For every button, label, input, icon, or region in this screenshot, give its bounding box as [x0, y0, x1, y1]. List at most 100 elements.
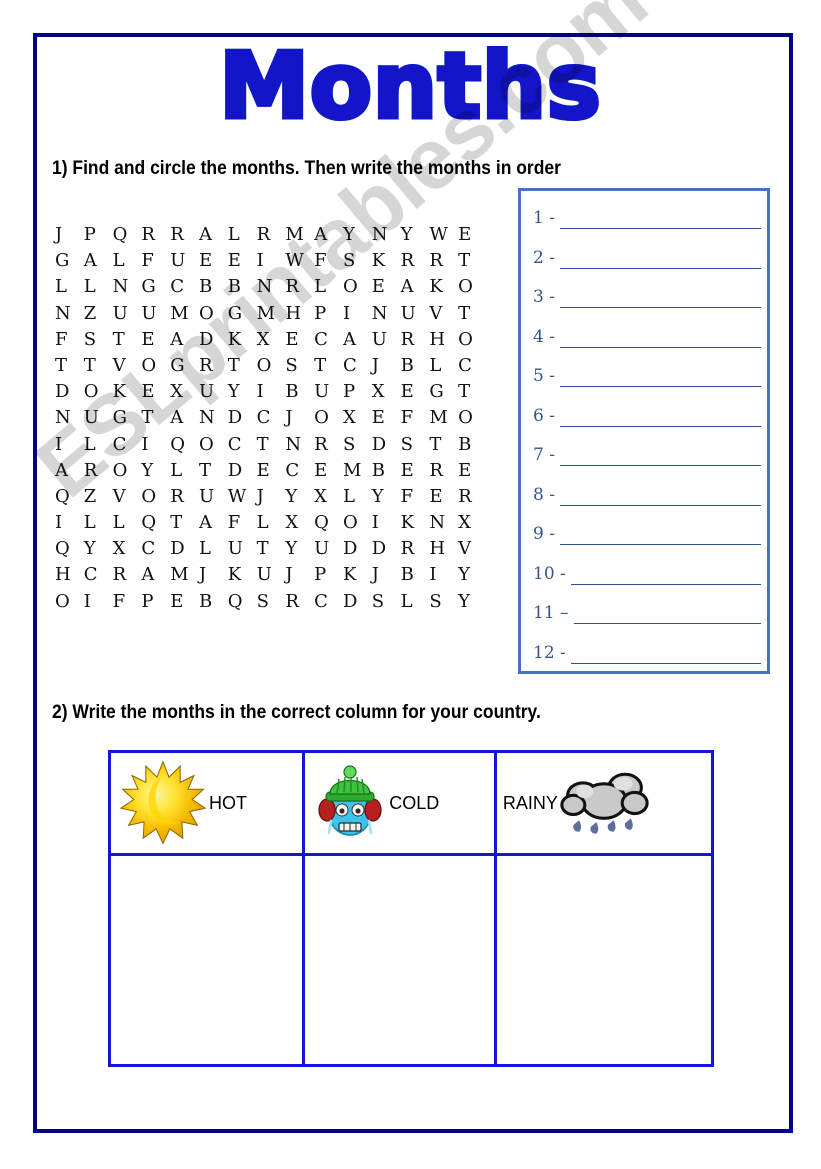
- word-search-letter[interactable]: K: [113, 379, 142, 405]
- word-search-letter[interactable]: V: [113, 353, 142, 379]
- answer-line[interactable]: 11 –: [533, 594, 761, 624]
- word-search-letter[interactable]: C: [314, 589, 343, 615]
- word-search-letter[interactable]: D: [170, 536, 199, 562]
- word-search-letter[interactable]: L: [199, 536, 228, 562]
- word-search-letter[interactable]: F: [228, 510, 257, 536]
- word-search-letter[interactable]: L: [228, 222, 257, 248]
- word-search-letter[interactable]: Q: [113, 222, 142, 248]
- word-search-letter[interactable]: N: [372, 222, 401, 248]
- word-search-letter[interactable]: C: [343, 353, 372, 379]
- answer-write-rule[interactable]: [559, 267, 761, 269]
- word-search-letter[interactable]: C: [257, 405, 286, 431]
- word-search-letter[interactable]: F: [401, 405, 430, 431]
- word-search-letter[interactable]: R: [401, 536, 430, 562]
- word-search-letter[interactable]: S: [257, 589, 286, 615]
- answer-cell-rainy[interactable]: [493, 853, 715, 1067]
- word-search-letter[interactable]: T: [84, 353, 113, 379]
- word-search-letter[interactable]: U: [314, 379, 343, 405]
- word-search-letter[interactable]: N: [257, 274, 286, 300]
- answer-line[interactable]: 3 -: [533, 278, 761, 308]
- word-search-letter[interactable]: E: [314, 458, 343, 484]
- word-search-letter[interactable]: O: [84, 379, 113, 405]
- word-search-letter[interactable]: D: [372, 432, 401, 458]
- word-search-letter[interactable]: V: [458, 536, 487, 562]
- word-search-letter[interactable]: W: [429, 222, 458, 248]
- word-search-letter[interactable]: Q: [228, 589, 257, 615]
- word-search-letter[interactable]: I: [343, 301, 372, 327]
- word-search-letter[interactable]: O: [343, 274, 372, 300]
- answer-write-rule[interactable]: [559, 227, 761, 229]
- word-search-letter[interactable]: E: [228, 248, 257, 274]
- word-search-letter[interactable]: J: [372, 562, 401, 588]
- answer-write-rule[interactable]: [559, 385, 761, 387]
- word-search-letter[interactable]: F: [141, 248, 170, 274]
- word-search-letter[interactable]: R: [199, 353, 228, 379]
- word-search-letter[interactable]: I: [372, 510, 401, 536]
- answer-write-rule[interactable]: [559, 464, 761, 466]
- word-search-letter[interactable]: T: [458, 301, 487, 327]
- word-search-letter[interactable]: H: [285, 301, 314, 327]
- word-search-letter[interactable]: B: [228, 274, 257, 300]
- word-search-letter[interactable]: R: [84, 458, 113, 484]
- word-search-letter[interactable]: P: [314, 301, 343, 327]
- word-search-letter[interactable]: W: [285, 248, 314, 274]
- word-search-letter[interactable]: A: [170, 405, 199, 431]
- word-search-letter[interactable]: J: [372, 353, 401, 379]
- answer-write-rule[interactable]: [559, 425, 761, 427]
- word-search-letter[interactable]: R: [429, 458, 458, 484]
- word-search-letter[interactable]: H: [429, 536, 458, 562]
- word-search-letter[interactable]: L: [343, 484, 372, 510]
- word-search-letter[interactable]: P: [84, 222, 113, 248]
- word-search-letter[interactable]: O: [141, 353, 170, 379]
- word-search-letter[interactable]: S: [372, 589, 401, 615]
- word-search-letter[interactable]: P: [141, 589, 170, 615]
- word-search-letter[interactable]: V: [113, 484, 142, 510]
- word-search-letter[interactable]: O: [141, 484, 170, 510]
- answer-line[interactable]: 9 -: [533, 515, 761, 545]
- word-search-letter[interactable]: U: [141, 301, 170, 327]
- word-search-letter[interactable]: D: [199, 327, 228, 353]
- word-search-letter[interactable]: E: [401, 379, 430, 405]
- word-search-letter[interactable]: U: [170, 248, 199, 274]
- word-search-letter[interactable]: I: [429, 562, 458, 588]
- word-search-letter[interactable]: R: [141, 222, 170, 248]
- word-search-letter[interactable]: B: [372, 458, 401, 484]
- word-search-letter[interactable]: Y: [84, 536, 113, 562]
- word-search-letter[interactable]: E: [199, 248, 228, 274]
- word-search-letter[interactable]: B: [401, 562, 430, 588]
- word-search-letter[interactable]: T: [314, 353, 343, 379]
- word-search-letter[interactable]: D: [372, 536, 401, 562]
- word-search-letter[interactable]: L: [314, 274, 343, 300]
- word-search-letter[interactable]: J: [285, 405, 314, 431]
- word-search-letter[interactable]: O: [113, 458, 142, 484]
- word-search-letter[interactable]: R: [285, 274, 314, 300]
- word-search-letter[interactable]: R: [429, 248, 458, 274]
- word-search-letter[interactable]: E: [141, 327, 170, 353]
- word-search-letter[interactable]: U: [314, 536, 343, 562]
- word-search-letter[interactable]: T: [458, 379, 487, 405]
- word-search-letter[interactable]: G: [55, 248, 84, 274]
- word-search-letter[interactable]: A: [199, 222, 228, 248]
- word-search-letter[interactable]: E: [372, 274, 401, 300]
- word-search-letter[interactable]: T: [257, 536, 286, 562]
- word-search-letter[interactable]: Y: [343, 222, 372, 248]
- word-search-letter[interactable]: C: [458, 353, 487, 379]
- word-search-letter[interactable]: M: [285, 222, 314, 248]
- word-search-letter[interactable]: I: [55, 510, 84, 536]
- word-search-letter[interactable]: D: [343, 536, 372, 562]
- word-search-letter[interactable]: O: [55, 589, 84, 615]
- word-search-letter[interactable]: U: [199, 484, 228, 510]
- word-search-letter[interactable]: C: [113, 432, 142, 458]
- word-search-letter[interactable]: T: [199, 458, 228, 484]
- word-search-letter[interactable]: L: [257, 510, 286, 536]
- word-search-letter[interactable]: X: [170, 379, 199, 405]
- word-search-letter[interactable]: U: [257, 562, 286, 588]
- word-search-letter[interactable]: Y: [458, 589, 487, 615]
- answer-line[interactable]: 7 -: [533, 436, 761, 466]
- word-search-letter[interactable]: M: [343, 458, 372, 484]
- word-search-letter[interactable]: C: [285, 458, 314, 484]
- word-search-letter[interactable]: X: [314, 484, 343, 510]
- word-search-letter[interactable]: O: [257, 353, 286, 379]
- word-search-letter[interactable]: A: [343, 327, 372, 353]
- word-search-letter[interactable]: P: [314, 562, 343, 588]
